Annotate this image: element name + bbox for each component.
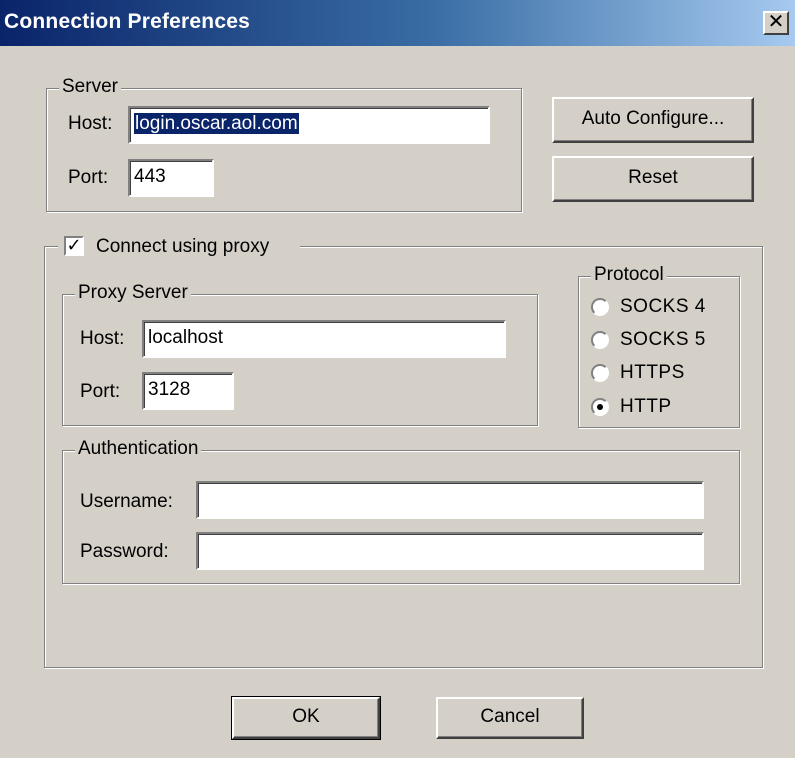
server-host-value: login.oscar.aol.com <box>134 113 299 134</box>
ok-button[interactable]: OK <box>231 696 381 740</box>
close-button[interactable]: ✕ <box>763 11 789 35</box>
cancel-button[interactable]: Cancel <box>436 697 584 739</box>
server-host-input[interactable]: login.oscar.aol.com <box>128 106 490 144</box>
proxy-host-label: Host: <box>80 328 125 349</box>
server-host-label: Host: <box>68 113 113 134</box>
proxy-checkbox-row[interactable]: ✓ Connect using proxy <box>58 234 300 260</box>
username-label: Username: <box>80 491 173 512</box>
radio-selected-dot-icon <box>597 404 603 410</box>
connection-preferences-dialog: Connection Preferences ✕ Server Host: lo… <box>0 0 795 758</box>
close-icon: ✕ <box>767 11 785 33</box>
auto-configure-button[interactable]: Auto Configure... <box>552 97 754 143</box>
window-title: Connection Preferences <box>4 10 250 33</box>
proxy-server-legend: Proxy Server <box>75 281 191 305</box>
connect-proxy-checkbox[interactable]: ✓ <box>64 236 84 256</box>
socks4-label: SOCKS 4 <box>620 296 706 317</box>
password-label: Password: <box>80 541 169 562</box>
password-input[interactable] <box>196 532 704 570</box>
server-group-legend: Server <box>59 75 121 99</box>
http-label: HTTP <box>620 396 672 417</box>
proxy-host-input[interactable]: localhost <box>142 320 506 358</box>
http-radio[interactable] <box>591 398 609 416</box>
authentication-legend: Authentication <box>75 437 202 461</box>
socks5-label: SOCKS 5 <box>620 329 706 350</box>
connect-proxy-label: Connect using proxy <box>96 236 270 257</box>
server-port-input[interactable]: 443 <box>128 159 214 197</box>
socks5-radio[interactable] <box>591 331 609 349</box>
https-radio[interactable] <box>591 364 609 382</box>
checkmark-icon: ✓ <box>66 235 82 255</box>
proxy-server-group: Proxy Server <box>62 281 538 426</box>
protocol-legend: Protocol <box>591 263 667 287</box>
proxy-port-label: Port: <box>80 381 121 402</box>
title-bar[interactable]: Connection Preferences ✕ <box>0 0 795 46</box>
server-port-label: Port: <box>68 167 109 188</box>
socks4-radio[interactable] <box>591 298 609 316</box>
proxy-port-input[interactable]: 3128 <box>142 372 234 410</box>
https-label: HTTPS <box>620 362 685 383</box>
reset-button[interactable]: Reset <box>552 156 754 202</box>
username-input[interactable] <box>196 481 704 519</box>
